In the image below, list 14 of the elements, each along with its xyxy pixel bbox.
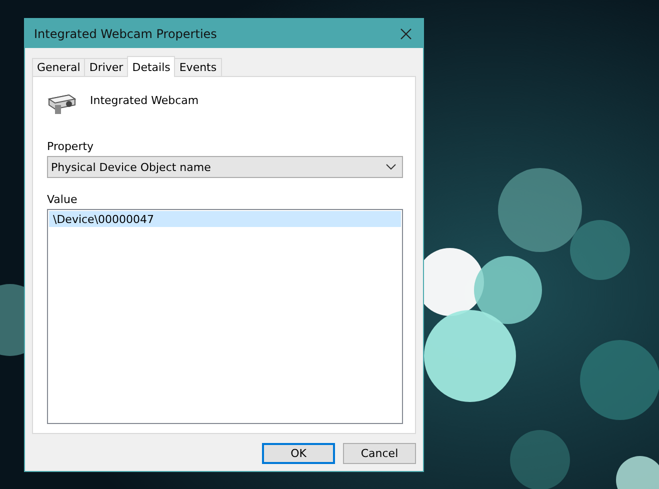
chevron-down-icon xyxy=(386,164,396,170)
webcam-icon xyxy=(47,93,77,115)
close-icon[interactable] xyxy=(400,28,412,40)
property-dropdown[interactable]: Physical Device Object name xyxy=(47,156,403,178)
value-row[interactable]: \Device\00000047 xyxy=(49,211,401,227)
tab[interactable]: Details xyxy=(127,56,176,77)
tab[interactable]: General xyxy=(32,58,86,76)
value-label: Value xyxy=(47,193,78,206)
ok-button[interactable]: OK xyxy=(262,443,335,464)
device-name: Integrated Webcam xyxy=(90,94,199,107)
tab[interactable]: Events xyxy=(174,58,222,76)
cancel-button[interactable]: Cancel xyxy=(343,443,416,464)
property-label: Property xyxy=(47,140,95,153)
window-title: Integrated Webcam Properties xyxy=(34,26,217,40)
